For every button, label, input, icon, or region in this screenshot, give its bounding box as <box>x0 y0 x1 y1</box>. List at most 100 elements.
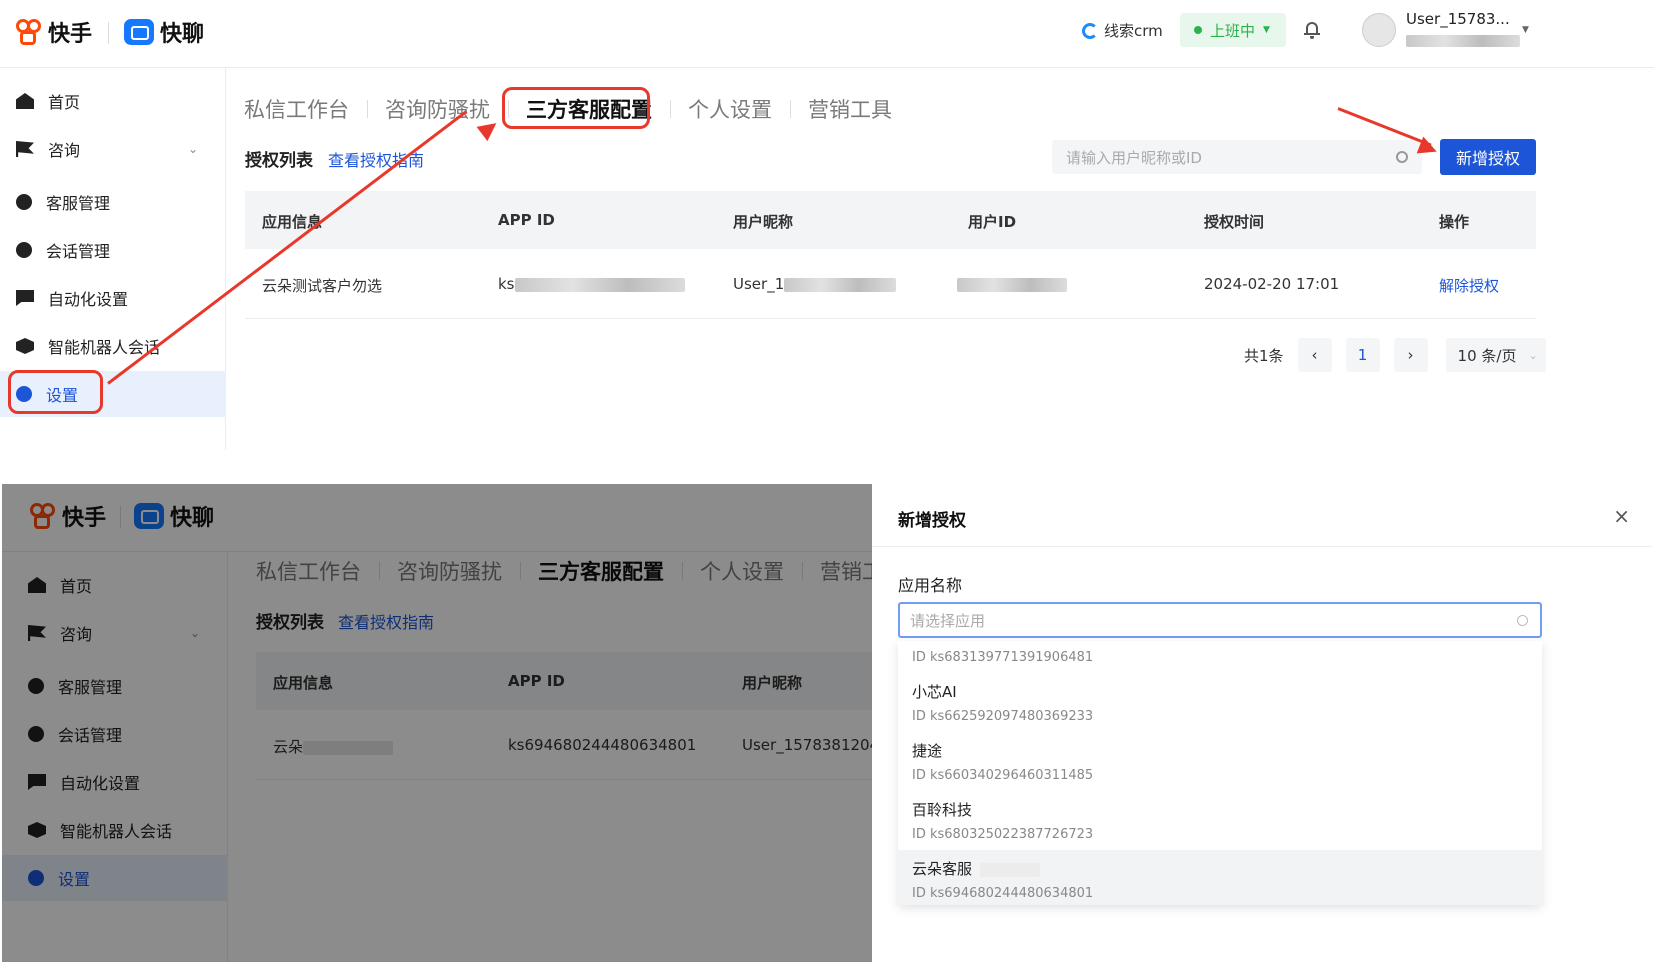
app-select-placeholder: 请选择应用 <box>910 611 986 630</box>
cell-app-info: 云朵测试客户勿选 <box>262 277 383 295</box>
col-app-id: APP ID <box>498 211 555 229</box>
tab-private-message[interactable]: 私信工作台 <box>226 94 367 124</box>
dropdown-option[interactable]: 百聆科技 ID ks680325022387726723 <box>898 791 1542 850</box>
close-icon[interactable]: × <box>1613 504 1630 528</box>
pagination: 共1条 ‹ 1 › 10 条/页 ⌄ <box>1244 338 1546 372</box>
drawer-title: 新增授权 <box>898 511 966 531</box>
sidebar-item-home[interactable]: 首页 <box>0 78 226 124</box>
user-id-redacted <box>1406 35 1520 47</box>
col-auth-time: 授权时间 <box>1204 213 1265 231</box>
option-name-redacted <box>980 862 1041 877</box>
avatar[interactable] <box>1362 13 1396 47</box>
app-dropdown: ID ks683139771391906481 小芯AI ID ks662592… <box>898 641 1542 905</box>
option-id: ID ks660340296460311485 <box>912 768 1094 783</box>
app-name-label: 应用名称 <box>898 576 963 595</box>
dropdown-option[interactable]: ID ks683139771391906481 <box>898 641 1542 673</box>
dropdown-option[interactable]: 小芯AI ID ks662592097480369233 <box>898 673 1542 732</box>
col-action: 操作 <box>1439 213 1470 231</box>
bottom-screenshot: 快手 快聊 首页 咨询 ⌄ 客服管理 会话管理 自动化设置 智能机器人会话 设置 … <box>2 484 1652 962</box>
app-header: 快手 快聊 线索crm 上班中 ▼ User_15783... ▼ <box>0 0 1654 68</box>
highlight-tab-box <box>502 87 650 129</box>
kuaishou-logo-icon <box>16 19 42 45</box>
sidebar-item-automation[interactable]: 自动化设置 <box>0 275 226 321</box>
kuaishou-logo-text: 快手 <box>48 22 93 47</box>
user-menu-caret-icon[interactable]: ▼ <box>1522 25 1529 35</box>
option-name: 百聆科技 <box>912 801 973 819</box>
dropdown-option[interactable]: 捷途 ID ks660340296460311485 <box>898 732 1542 791</box>
option-name: 云朵客服 <box>912 858 1041 879</box>
pagination-total: 共1条 <box>1244 346 1284 365</box>
crm-link[interactable]: 线索crm <box>1082 20 1163 41</box>
search-icon <box>1396 151 1408 163</box>
tab-personal-settings[interactable]: 个人设置 <box>670 94 790 124</box>
search-placeholder: 请输入用户昵称或ID <box>1066 148 1202 167</box>
cell-nickname: User_1 <box>733 275 897 293</box>
option-id: ID ks683139771391906481 <box>912 650 1094 665</box>
page-1-button[interactable]: 1 <box>1345 338 1380 372</box>
modal-overlay[interactable] <box>2 484 872 962</box>
sidebar-item-agent-mgmt[interactable]: 客服管理 <box>0 179 226 225</box>
sidebar-item-consult[interactable]: 咨询 ⌄ <box>0 126 226 172</box>
crm-icon <box>1082 22 1098 39</box>
kuailiao-logo: 快聊 <box>124 16 204 48</box>
col-nickname: 用户昵称 <box>733 213 794 231</box>
option-id: ID ks662592097480369233 <box>912 709 1094 724</box>
nickname-prefix: User_1 <box>733 275 785 293</box>
chevron-down-icon: ⌄ <box>1528 348 1538 362</box>
flag-icon <box>16 141 34 157</box>
top-screenshot: 快手 快聊 线索crm 上班中 ▼ User_15783... ▼ 首页 咨询 ⌄… <box>0 0 1654 450</box>
option-name: 捷途 <box>912 742 943 760</box>
table-header: 应用信息 APP ID 用户昵称 用户ID 授权时间 操作 <box>245 191 1536 249</box>
crm-label: 线索crm <box>1104 22 1163 40</box>
drawer-divider <box>872 546 1652 547</box>
status-label: 上班中 <box>1210 21 1256 40</box>
chevron-down-icon: ⌄ <box>187 142 198 156</box>
revoke-auth-link[interactable]: 解除授权 <box>1439 275 1499 296</box>
sidebar-item-label: 会话管理 <box>46 242 111 261</box>
option-name: 小芯AI <box>912 683 957 701</box>
home-icon <box>16 93 34 109</box>
kuailiao-logo-icon <box>124 19 154 45</box>
search-icon <box>1517 615 1528 626</box>
next-page-button[interactable]: › <box>1393 338 1428 372</box>
chat-icon <box>16 290 34 306</box>
search-input[interactable]: 请输入用户昵称或ID <box>1052 140 1422 174</box>
user-name: User_15783... <box>1406 10 1510 28</box>
status-dot-icon <box>1194 26 1202 34</box>
option-id: ID ks680325022387726723 <box>912 827 1094 842</box>
page-size-select[interactable]: 10 条/页 ⌄ <box>1445 338 1546 372</box>
add-auth-button[interactable]: 新增授权 <box>1440 139 1536 175</box>
sidebar-item-session-mgmt[interactable]: 会话管理 <box>0 227 226 273</box>
user-icon <box>16 194 32 210</box>
auth-guide-link[interactable]: 查看授权指南 <box>328 147 424 171</box>
app-id-redacted <box>514 277 685 292</box>
logo-divider <box>108 22 109 44</box>
dropdown-option[interactable]: 云朵客服 ID ks694680244480634801 <box>898 850 1542 905</box>
option-name-text: 云朵客服 <box>912 860 973 878</box>
table-row: 云朵测试客户勿选 ks User_1 2024-02-20 17:01 解除授权 <box>245 251 1536 319</box>
app-select-input[interactable]: 请选择应用 <box>898 602 1542 638</box>
highlight-settings-box <box>8 370 103 414</box>
option-id: ID ks694680244480634801 <box>912 886 1094 901</box>
cell-auth-time: 2024-02-20 17:01 <box>1204 275 1340 293</box>
status-dropdown[interactable]: 上班中 ▼ <box>1180 13 1286 47</box>
sidebar-item-robot[interactable]: 智能机器人会话 <box>0 323 226 369</box>
add-auth-drawer: 新增授权 × 应用名称 请选择应用 ID ks68313977139190648… <box>872 484 1652 962</box>
user-id-redacted <box>957 277 1067 292</box>
sidebar-item-label: 咨询 <box>48 141 81 160</box>
robot-icon <box>16 338 34 354</box>
col-user-id: 用户ID <box>968 213 1017 231</box>
caret-down-icon: ▼ <box>1263 25 1270 35</box>
user-voice-icon <box>16 242 32 258</box>
nickname-redacted <box>784 277 897 292</box>
tab-marketing-tools[interactable]: 营销工具 <box>790 94 910 124</box>
prev-page-button[interactable]: ‹ <box>1297 338 1332 372</box>
cell-app-id: ks <box>498 275 685 293</box>
kuaishou-logo: 快手 <box>16 16 92 48</box>
app-id-prefix: ks <box>498 275 515 293</box>
auth-list-title: 授权列表 <box>245 151 313 171</box>
cell-user-id <box>957 275 1067 293</box>
bell-icon[interactable] <box>1304 21 1320 39</box>
sidebar-item-label: 客服管理 <box>46 194 111 213</box>
page-size-label: 10 条/页 <box>1457 346 1517 365</box>
